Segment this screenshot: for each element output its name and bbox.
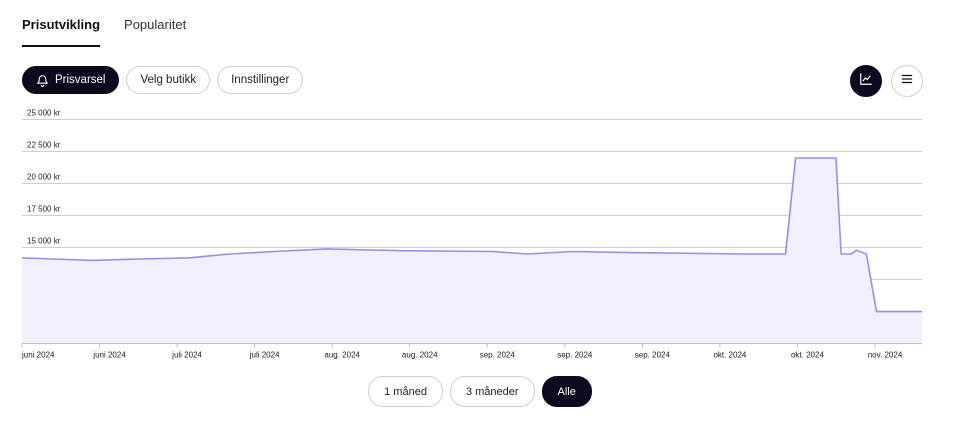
y-tick-label: 15 000 kr [27, 237, 61, 246]
bell-icon [36, 74, 49, 87]
x-tick-label: juli 2024 [249, 351, 280, 360]
range-1-month-button[interactable]: 1 måned [368, 376, 443, 407]
x-tick-label: sep. 2024 [480, 351, 516, 360]
y-tick-label: 25 000 kr [27, 109, 61, 118]
tab-prisutvikling[interactable]: Prisutvikling [22, 0, 101, 48]
line-chart-icon [859, 72, 873, 91]
list-view-button[interactable] [891, 65, 923, 97]
settings-button[interactable]: Innstillinger [217, 66, 304, 94]
chart-toolbar: Prisvarsel Velg butikk Innstillinger [22, 66, 304, 94]
price-history-chart: 25 000 kr 22 500 kr 20 000 kr 17 500 kr 15 0… [21, 109, 922, 360]
x-tick-label: aug. 2024 [324, 351, 360, 360]
select-store-button[interactable]: Velg butikk [126, 66, 211, 94]
x-tick-label: nov. 2024 [868, 351, 903, 360]
view-toggle [850, 65, 923, 97]
price-alert-button[interactable]: Prisvarsel [22, 66, 120, 94]
range-all-button[interactable]: Alle [541, 376, 592, 407]
chart-view-button[interactable] [850, 65, 882, 97]
list-icon [900, 72, 914, 91]
x-tick-label: aug. 2024 [402, 351, 438, 360]
y-tick-label: 22 500 kr [27, 141, 61, 150]
x-tick-label: juni 2024 [21, 351, 55, 360]
tab-popularitet[interactable]: Popularitet [124, 0, 186, 48]
y-tick-label: 17 500 kr [27, 205, 61, 214]
x-tick-label: juli 2024 [171, 351, 202, 360]
x-tick-label: okt. 2024 [791, 351, 824, 360]
x-tick-label: juni 2024 [92, 351, 126, 360]
x-tick-label: sep. 2024 [557, 351, 593, 360]
x-tick-label: okt. 2024 [713, 351, 746, 360]
price-alert-label: Prisvarsel [55, 74, 106, 86]
tab-bar: Prisutvikling Popularitet [22, 0, 186, 48]
range-3-months-button[interactable]: 3 måneder [449, 376, 535, 407]
y-tick-label: 20 000 kr [27, 173, 61, 182]
range-selector: 1 måned 3 måneder Alle [0, 376, 960, 407]
x-tick-label: sep. 2024 [635, 351, 671, 360]
